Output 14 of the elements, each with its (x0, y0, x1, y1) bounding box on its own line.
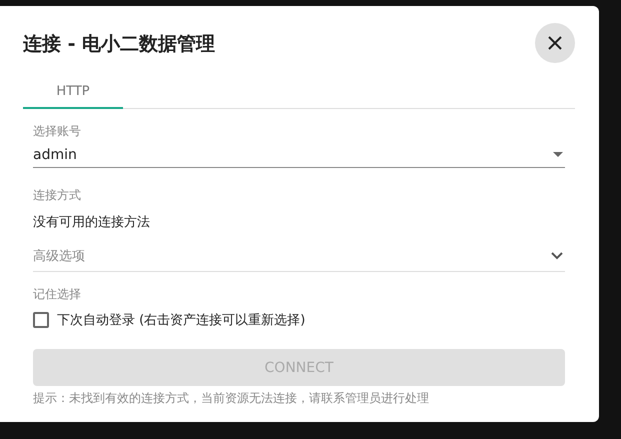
dialog-title: 连接 - 电小二数据管理 (23, 32, 216, 57)
hint-text: 提示：未找到有效的连接方式，当前资源无法连接，请联系管理员进行处理 (33, 390, 430, 407)
checkbox-label: 下次自动登录 (右击资产连接可以重新选择) (57, 312, 306, 329)
dropdown-arrow-icon (553, 152, 563, 157)
close-icon (548, 36, 562, 50)
account-select[interactable]: admin (33, 142, 565, 168)
checkbox[interactable] (33, 312, 49, 328)
advanced-options-toggle[interactable]: 高级选项 (33, 241, 565, 272)
field-label: 选择账号 (33, 123, 82, 140)
close-button[interactable] (535, 23, 575, 63)
no-method-message: 没有可用的连接方法 (33, 214, 151, 231)
field-label: 连接方式 (33, 187, 82, 204)
field-label: 记住选择 (33, 286, 82, 303)
tab[interactable]: HTTP (23, 80, 123, 109)
